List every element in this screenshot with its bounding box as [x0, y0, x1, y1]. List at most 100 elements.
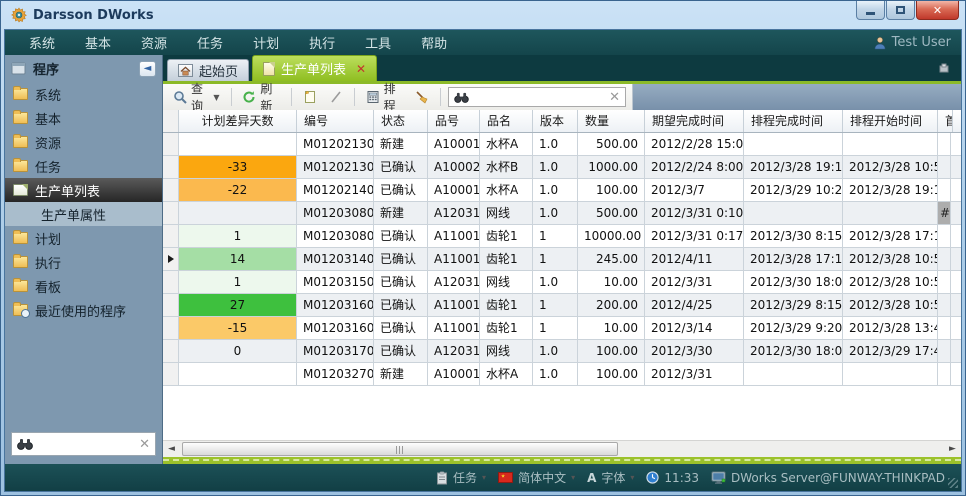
cell-status: 已确认 [374, 294, 428, 316]
clean-button[interactable] [411, 88, 433, 106]
scroll-right-icon[interactable]: ► [944, 441, 961, 457]
cell-part-no: A10001 [428, 363, 480, 385]
sidebar-item[interactable]: 任务 [5, 154, 162, 178]
row-selector-cell[interactable] [163, 248, 179, 270]
status-task-menu[interactable]: 任务 ▾ [436, 469, 486, 486]
edit-button-disabled[interactable] [325, 88, 347, 106]
menu-items: 系统基本资源任务计划执行工具帮助 [15, 30, 873, 55]
row-selector-cell[interactable] [163, 179, 179, 201]
grid-column-header[interactable]: 状态 [374, 110, 428, 132]
menu-item[interactable]: 资源 [127, 30, 181, 55]
sidebar-items: 系统 基本 资源 [5, 82, 162, 322]
minimize-button[interactable] [856, 1, 885, 20]
sidebar-item[interactable]: 基本 [5, 106, 162, 130]
tab-close-icon[interactable]: ✕ [356, 62, 366, 76]
cell-plan-diff-days: 14 [179, 248, 297, 270]
cell-schedule-finish: 2012/3/30 18:00 [744, 271, 843, 293]
table-row[interactable]: -33 M012021302 已确认 A10002 水杯B 1.0 1000.0… [163, 156, 961, 179]
tab-active-label: 生产单列表 [281, 59, 346, 78]
sidebar-search-clear-icon[interactable]: ✕ [139, 438, 150, 451]
close-button[interactable]: ✕ [916, 1, 959, 20]
user-indicator[interactable]: Test User [873, 35, 951, 50]
table-row[interactable]: 0 M012031701 已确认 A12031 网线 1.0 100.00 20… [163, 340, 961, 363]
sidebar-item[interactable]: 生产单属性 [5, 202, 162, 226]
grid-column-header[interactable]: 版本 [533, 110, 578, 132]
menu-item[interactable]: 计划 [239, 30, 293, 55]
cell-part-name: 齿轮1 [480, 248, 533, 270]
table-row[interactable]: 27 M012031601 已确认 A11001 齿轮1 1 200.00 20… [163, 294, 961, 317]
menu-item[interactable]: 执行 [295, 30, 349, 55]
cell-plan-diff-days: 1 [179, 271, 297, 293]
row-selector-cell[interactable] [163, 363, 179, 385]
title-bar: Darsson DWorks ✕ [1, 1, 965, 29]
cell-expected-finish: 2012/3/30 [645, 340, 744, 362]
table-row[interactable]: 14 M012031402 已确认 A11001 齿轮1 1 245.00 20… [163, 248, 961, 271]
sidebar-item[interactable]: 系统 [5, 82, 162, 106]
table-row[interactable]: M012032701 新建 A10001 水杯A 1.0 100.00 2012… [163, 363, 961, 386]
menu-bar: 系统基本资源任务计划执行工具帮助 Test User [5, 30, 961, 55]
grid-column-header[interactable]: 品号 [428, 110, 480, 132]
toolbar-search-input[interactable] [474, 90, 604, 104]
grid-column-header[interactable]: 编号 [297, 110, 374, 132]
grid-column-header[interactable]: 期望完成时间 [645, 110, 744, 132]
cell-quantity: 1000.00 [578, 156, 645, 178]
status-font-menu[interactable]: A 字体 ▾ [587, 469, 634, 486]
cell-part-name: 网线 [480, 202, 533, 224]
resize-grip[interactable] [948, 478, 958, 488]
table-row[interactable]: 1 M012030802 已确认 A11001 齿轮1 1 10000.00 2… [163, 225, 961, 248]
row-selector-cell[interactable] [163, 271, 179, 293]
row-selector-cell[interactable] [163, 225, 179, 247]
scroll-left-icon[interactable]: ◄ [163, 441, 180, 457]
restore-button[interactable] [886, 1, 915, 20]
table-row[interactable]: M012021301 新建 A10001 水杯A 1.0 500.00 2012… [163, 133, 961, 156]
row-selector-cell[interactable] [163, 317, 179, 339]
status-language-menu[interactable]: 简体中文 ▾ [498, 469, 575, 486]
production-order-grid: 计划差异天数编号状态品号品名版本数量期望完成时间排程完成时间排程开始时间首 M0… [163, 110, 961, 440]
cell-quantity: 10.00 [578, 271, 645, 293]
sidebar-item[interactable]: 执行 [5, 250, 162, 274]
cell-status: 新建 [374, 133, 428, 155]
cell-schedule-finish: 2012/3/28 19:10 [744, 156, 843, 178]
toolbar-search-clear-icon[interactable]: ✕ [609, 91, 620, 104]
sidebar-item[interactable]: 资源 [5, 130, 162, 154]
row-selector-cell[interactable] [163, 202, 179, 224]
cell-version: 1.0 [533, 202, 578, 224]
table-row[interactable]: 1 M012031501 已确认 A12031 网线 1.0 10.00 201… [163, 271, 961, 294]
pin-icon[interactable] [927, 62, 961, 74]
table-row[interactable]: M012030801 新建 A12031 网线 1.0 500.00 2012/… [163, 202, 961, 225]
grid-column-header[interactable]: 数量 [578, 110, 645, 132]
sidebar-collapse-button[interactable]: ◄ [139, 61, 156, 77]
menu-item[interactable]: 任务 [183, 30, 237, 55]
row-selector-cell[interactable] [163, 340, 179, 362]
menu-item[interactable]: 帮助 [407, 30, 461, 55]
sidebar-item[interactable]: 看板 [5, 274, 162, 298]
cell-part-no: A11001 [428, 248, 480, 270]
cell-overflow [938, 363, 951, 385]
sidebar-search-input[interactable] [38, 437, 134, 451]
sidebar-item-icon [13, 280, 28, 292]
table-row[interactable]: -15 M012031602 已确认 A11001 齿轮1 1 10.00 20… [163, 317, 961, 340]
scrollbar-thumb[interactable] [182, 442, 618, 456]
sidebar-item[interactable]: 最近使用的程序 [5, 298, 162, 322]
row-selector-cell[interactable] [163, 133, 179, 155]
sidebar-item[interactable]: 生产单列表 [5, 178, 162, 202]
sidebar-item[interactable]: 计划 [5, 226, 162, 250]
cell-expected-finish: 2012/3/31 0:10 [645, 202, 744, 224]
cell-overflow [938, 133, 951, 155]
toolbar: 查询 ▼ 刷新 [163, 84, 961, 110]
grid-column-header[interactable]: 计划差异天数 [179, 110, 297, 132]
grid-column-header[interactable]: 排程开始时间 [843, 110, 938, 132]
grid-column-header[interactable]: 首 [938, 110, 953, 132]
menu-item[interactable]: 工具 [351, 30, 405, 55]
menu-item[interactable]: 系统 [15, 30, 69, 55]
row-selector-cell[interactable] [163, 294, 179, 316]
new-button[interactable] [299, 88, 321, 106]
row-selector-cell[interactable] [163, 156, 179, 178]
horizontal-scrollbar[interactable]: ◄ ► [163, 440, 961, 457]
sidebar-item-label: 生产单属性 [41, 205, 106, 224]
cell-order-code: M012031402 [297, 248, 374, 270]
grid-column-header[interactable]: 排程完成时间 [744, 110, 843, 132]
menu-item[interactable]: 基本 [71, 30, 125, 55]
grid-column-header[interactable]: 品名 [480, 110, 533, 132]
table-row[interactable]: -22 M012021401 已确认 A10001 水杯A 1.0 100.00… [163, 179, 961, 202]
